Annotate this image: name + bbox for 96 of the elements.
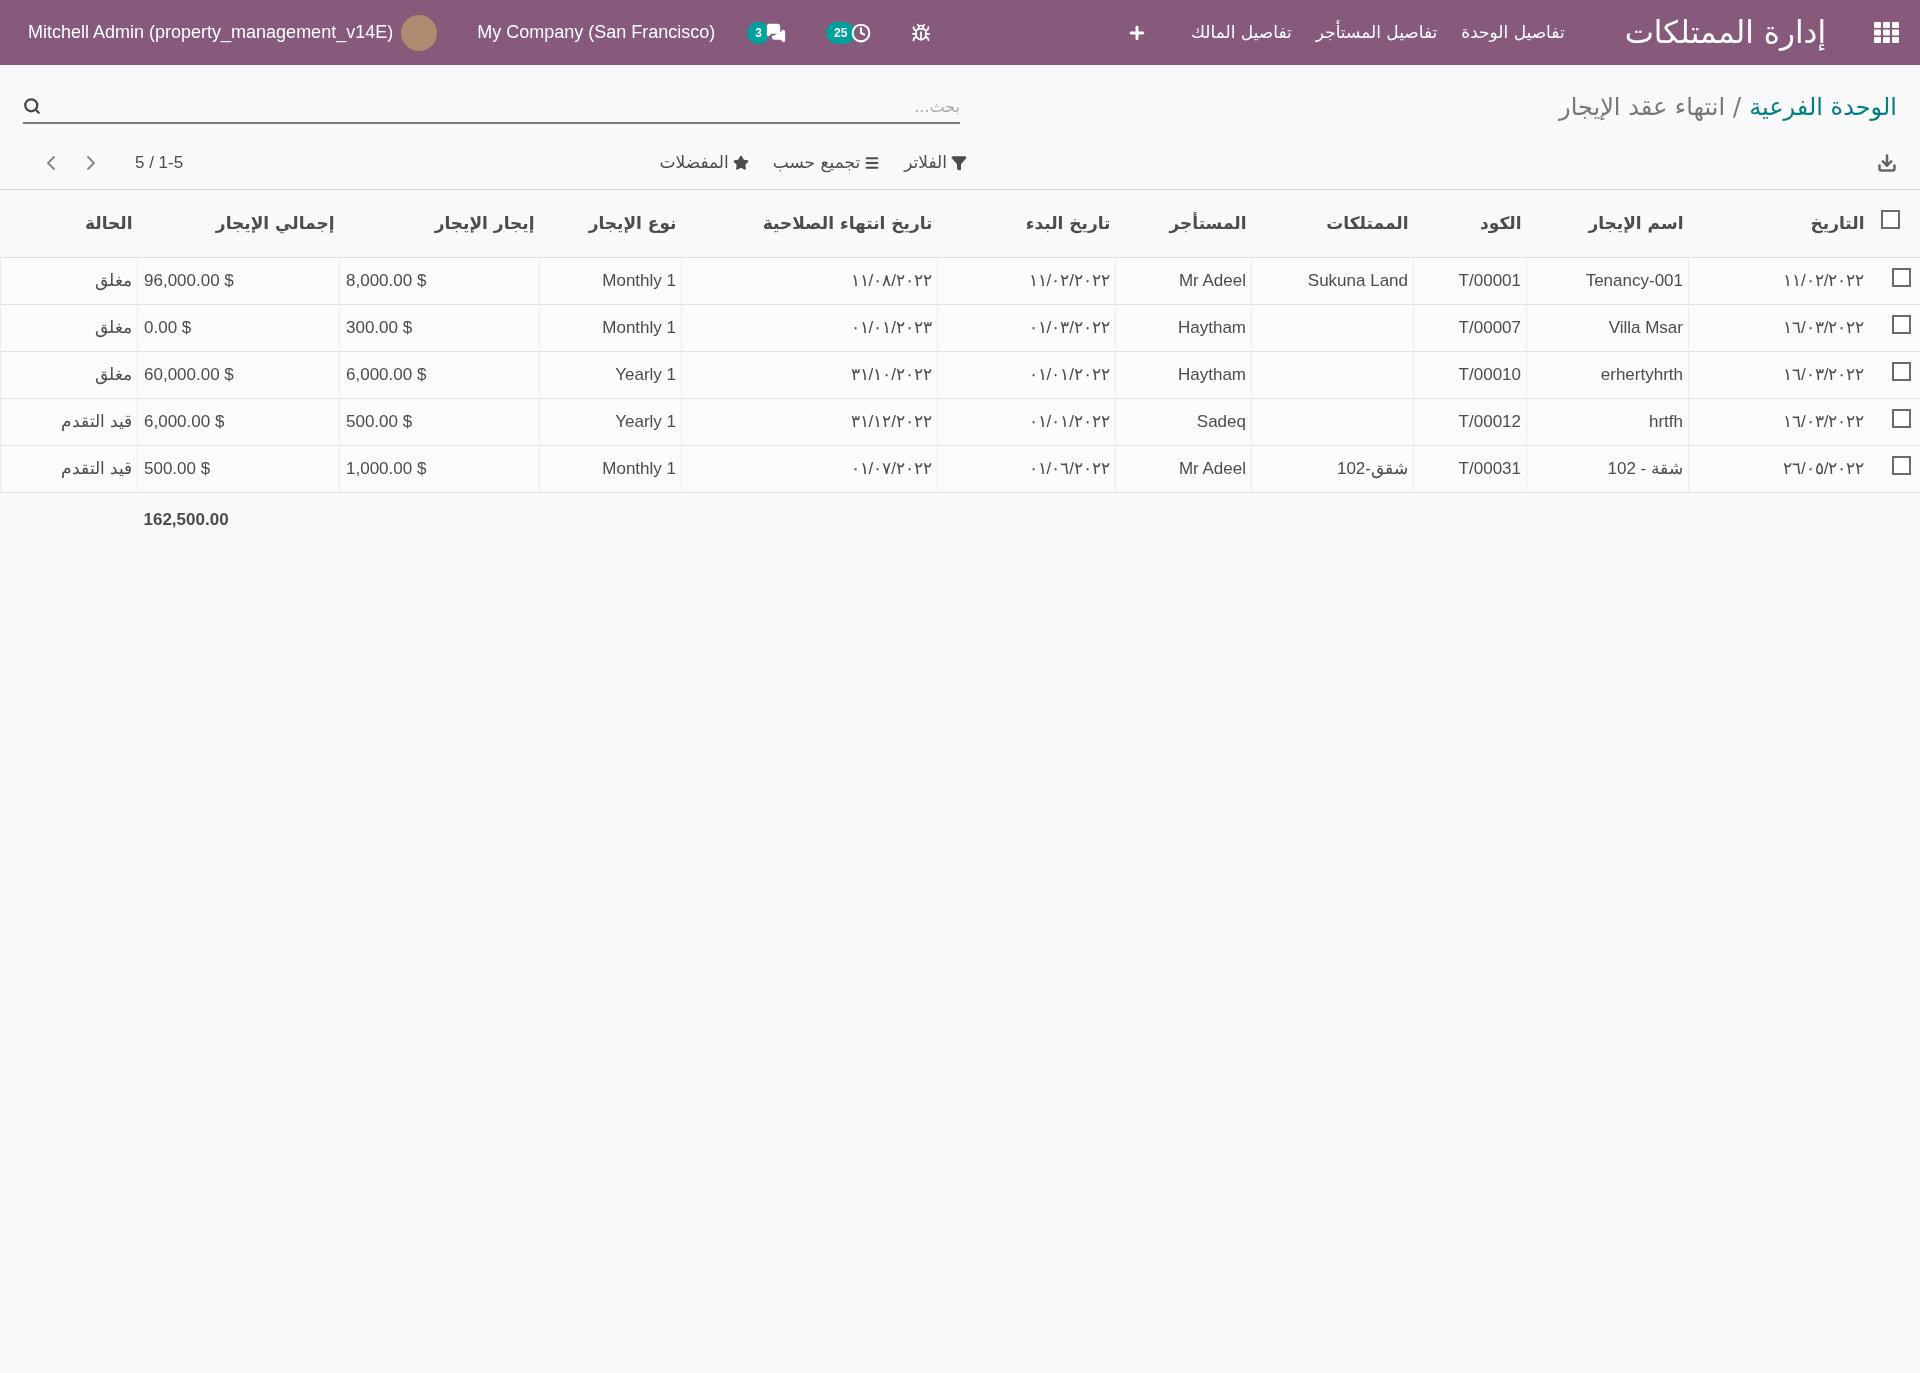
checkbox[interactable] — [1891, 314, 1911, 334]
app-title: إدارة الممتلكات — [1624, 13, 1826, 53]
table-cell-text: T/00031 — [1458, 457, 1521, 480]
bug-icon[interactable] — [911, 22, 932, 43]
breadcrumb-link[interactable]: الوحدة الفرعية — [1749, 89, 1897, 125]
table-cell-text: 1,000.00 $ — [346, 457, 427, 480]
table-cell-text: ٠١/٠١/٢٠٢٢ — [1028, 410, 1110, 433]
column-header[interactable]: اسم الإيجار — [1588, 212, 1684, 233]
table-cell-text: 60,000.00 $ — [144, 363, 234, 386]
clock-icon[interactable] — [851, 22, 872, 43]
table-cell-text: Sukuna Land — [1307, 269, 1408, 292]
pager-value[interactable]: 5 / 1-5 — [135, 150, 184, 176]
table-cell-text: 8,000.00 $ — [346, 269, 427, 292]
checkbox[interactable] — [1891, 361, 1911, 381]
table-cell-text: T/00012 — [1458, 410, 1521, 433]
company-switcher[interactable]: My Company (San Francisco) — [477, 19, 716, 46]
avatar — [401, 14, 438, 51]
checkbox[interactable] — [1891, 267, 1911, 287]
list-icon — [864, 155, 881, 171]
table-cell-text: Monthly 1 — [602, 316, 676, 339]
column-header[interactable]: تاريخ البدء — [1025, 212, 1111, 233]
table-cell-text: 6,000.00 $ — [346, 363, 427, 386]
table-cell-text: مغلق — [95, 363, 132, 387]
table-cell-text: ١٦/٠٣/٢٠٢٢ — [1783, 410, 1865, 433]
table-cell-text: 500.00 $ — [346, 410, 413, 433]
table-cell-text: ١١/٠٨/٢٠٢٢ — [850, 269, 932, 292]
table-cell-text: ٠١/٠٦/٢٠٢٢ — [1028, 457, 1110, 480]
table-cell-text: ١٦/٠٣/٢٠٢٢ — [1783, 363, 1865, 386]
column-header[interactable]: نوع الإيجار — [588, 212, 677, 233]
table-cell-text: ١١/٠٢/٢٠٢٢ — [1783, 269, 1865, 292]
table-cell-text: ٣١/١٢/٢٠٢٢ — [850, 410, 932, 433]
table-cell-text: Villa Msar — [1608, 316, 1683, 339]
table-cell-text: erhertyhrth — [1600, 363, 1683, 386]
favorites-button[interactable]: المفضلات — [659, 150, 749, 176]
table-cell-text: 6,000.00 $ — [144, 410, 225, 433]
breadcrumb-current: انتهاء عقد الإيجار — [1559, 92, 1726, 123]
apps-grid-icon[interactable] — [1874, 21, 1900, 44]
table-cell-text: Yearly 1 — [615, 410, 676, 433]
column-header[interactable]: الكود — [1480, 212, 1522, 233]
table-cell-text: ٠١/٠٣/٢٠٢٢ — [1028, 316, 1110, 339]
menu-item[interactable]: تفاصيل المالك — [1191, 19, 1292, 46]
column-header[interactable]: التاريخ — [1810, 212, 1865, 233]
table-cell-text: 96,000.00 $ — [144, 269, 234, 292]
table-cell-text: Haytham — [1177, 363, 1246, 386]
message-count-badge: 3 — [747, 21, 770, 44]
column-header[interactable]: تاريخ انتهاء الصلاحية — [762, 212, 933, 233]
table-cell-text: قيد التقدم — [61, 457, 132, 480]
table-cell-text: Tenancy-001 — [1585, 269, 1683, 292]
search-field[interactable]: بحث... — [23, 90, 960, 124]
table-cell-text: Yearly 1 — [615, 363, 676, 386]
download-icon[interactable] — [1877, 153, 1897, 173]
filters-button[interactable]: الفلاتر — [904, 150, 967, 176]
table-cell-text: شقة - 102 — [1607, 457, 1683, 480]
table-cell-text: ٠١/٠١/٢٠٢٣ — [850, 316, 932, 339]
table-cell-text: ١١/٠٢/٢٠٢٢ — [1028, 269, 1110, 292]
table-cell-text: Mr Adeel — [1178, 269, 1246, 292]
table-cell-text: ١٦/٠٣/٢٠٢٢ — [1783, 316, 1865, 339]
menu-item[interactable]: تفاصيل الوحدة — [1461, 19, 1565, 46]
table-cell-text: قيد التقدم — [61, 410, 132, 433]
checkbox[interactable] — [1880, 210, 1900, 230]
group-by-button[interactable]: تجميع حسب — [772, 150, 881, 176]
table-cell-text: Monthly 1 — [602, 269, 676, 292]
column-total: 162,500.00 — [143, 510, 229, 529]
table-cell-text: Mr Adeel — [1178, 457, 1246, 480]
table-cell-text: 500.00 $ — [144, 457, 211, 480]
table-cell-text: Haytham — [1177, 316, 1246, 339]
filter-icon — [951, 155, 967, 171]
star-icon — [732, 155, 749, 171]
table-cell-text: 300.00 $ — [346, 316, 413, 339]
column-header[interactable]: إيجار الإيجار — [434, 212, 535, 233]
column-header[interactable]: الحالة — [84, 212, 133, 233]
menu-item[interactable]: تفاصيل المستأجر — [1315, 19, 1438, 46]
search-icon — [23, 97, 41, 115]
checkbox[interactable] — [1891, 455, 1911, 475]
table-cell-text: ٢٦/٠٥/٢٠٢٢ — [1783, 457, 1865, 480]
column-header[interactable]: إجمالي الإيجار — [215, 212, 335, 233]
table-cell-text: ٠١/٠١/٢٠٢٢ — [1028, 363, 1110, 386]
column-header[interactable]: المستأجر — [1169, 212, 1247, 233]
checkbox[interactable] — [1891, 408, 1911, 428]
table-cell-text: ٣١/١٠/٢٠٢٢ — [850, 363, 932, 386]
column-header[interactable]: الممتلكات — [1326, 212, 1409, 233]
activity-count-badge: 25 — [825, 21, 856, 44]
table-cell-text: مغلق — [95, 316, 132, 340]
table-cell-text: ٠١/٠٧/٢٠٢٢ — [850, 457, 932, 480]
table-cell-text: Monthly 1 — [602, 457, 676, 480]
table-cell-text: مغلق — [95, 269, 132, 293]
table-cell-text: T/00007 — [1458, 316, 1521, 339]
table-cell-text: hrtfh — [1648, 410, 1683, 433]
table-cell-text: T/00010 — [1458, 363, 1521, 386]
breadcrumb-separator: / — [1733, 92, 1742, 123]
user-menu[interactable]: Mitchell Admin (property_management_v14E) — [28, 19, 394, 46]
table-cell-text: T/00001 — [1458, 269, 1521, 292]
table-cell-text: 0.00 $ — [144, 316, 192, 339]
chat-icon[interactable] — [765, 22, 786, 43]
table-cell-text: Sadeq — [1196, 410, 1246, 433]
table-cell-text: شقق-102 — [1336, 457, 1408, 481]
